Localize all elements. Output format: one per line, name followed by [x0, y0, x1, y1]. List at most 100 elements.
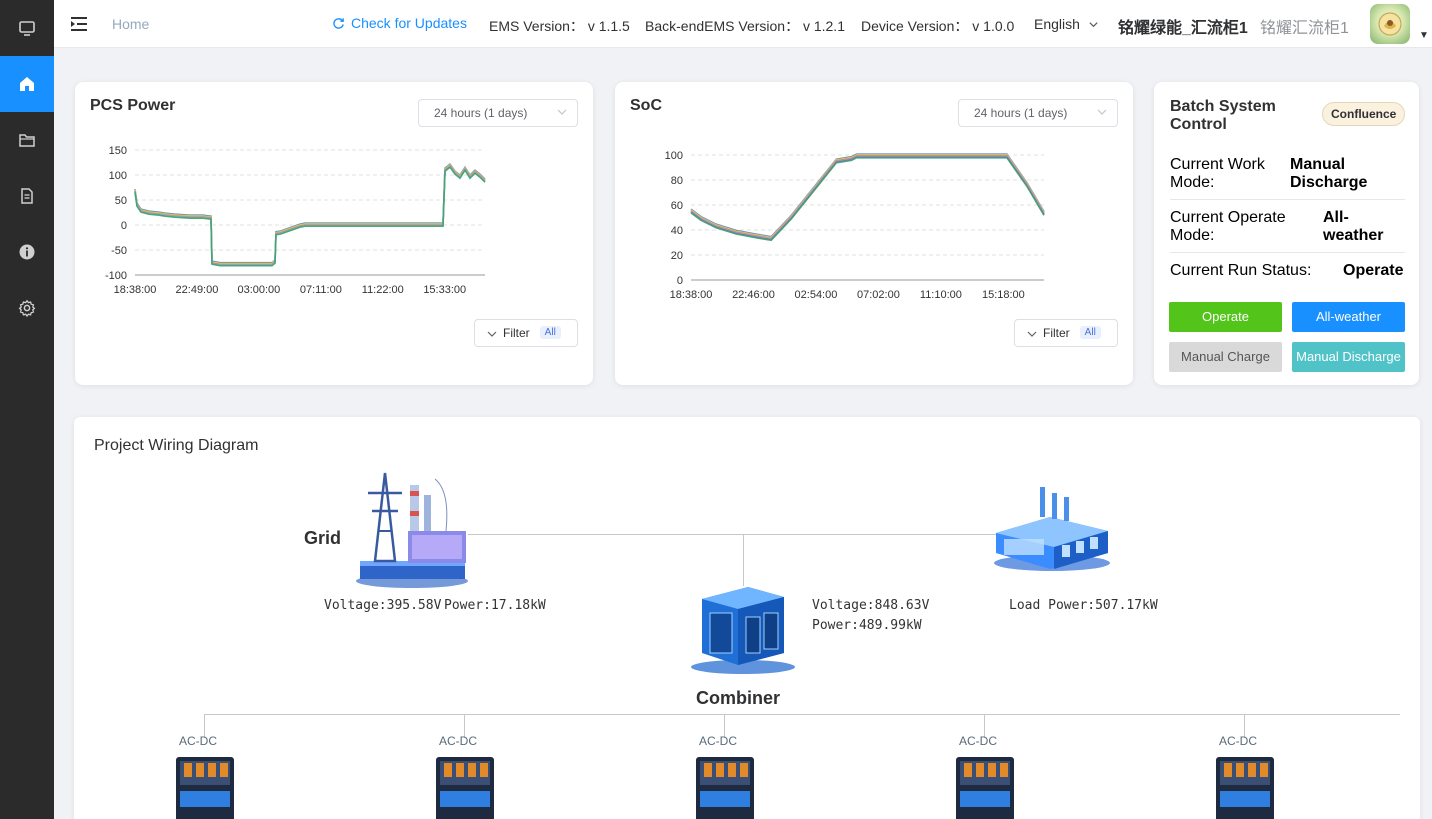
chart-series-line	[134, 163, 486, 264]
operate-mode-value: All-weather	[1323, 209, 1384, 244]
chart-series-line	[690, 157, 1045, 242]
chart-y-tick: 80	[671, 175, 683, 187]
station-subname: 铭耀汇流柜1	[1260, 20, 1349, 37]
avatar-image-icon	[1378, 12, 1402, 36]
chart-x-tick: 18:38:00	[114, 284, 157, 296]
pcs-power-title: PCS Power	[90, 97, 176, 114]
operate-mode-label: Current Operate Mode:	[1170, 209, 1286, 244]
language-select[interactable]: English	[1034, 16, 1099, 32]
chart-y-tick: 150	[109, 145, 127, 157]
soc-title: SoC	[630, 97, 662, 114]
menu-toggle-icon[interactable]	[70, 15, 88, 33]
chart-x-tick: 22:49:00	[176, 284, 219, 296]
manual-discharge-button[interactable]: Manual Discharge	[1292, 342, 1405, 372]
chart-x-tick: 07:02:00	[857, 289, 900, 301]
pcs-power-card: PCS Power 24 hours (1 days) 150 100 50 0 -50…	[75, 82, 593, 385]
grid-voltage: Voltage:395.58V	[324, 598, 442, 613]
sidebar-item-info[interactable]	[0, 224, 54, 280]
acdc-converter-icon[interactable]	[1214, 753, 1278, 819]
acdc-label: AC-DC	[1219, 734, 1257, 748]
chart-x-tick: 15:33:00	[423, 284, 466, 296]
sidebar-item-monitor[interactable]	[0, 0, 54, 56]
combiner-power: Power:489.99kW	[812, 618, 922, 633]
all-weather-button[interactable]: All-weather	[1292, 302, 1405, 332]
chevron-down-icon	[1097, 109, 1107, 115]
sidebar-item-home[interactable]	[0, 56, 54, 112]
acdc-label: AC-DC	[439, 734, 477, 748]
chart-series-line	[134, 163, 486, 265]
soc-card: SoC 24 hours (1 days) 100 80 60 40 20 0 18:38:…	[615, 82, 1133, 385]
batch-control-card: Batch System Control Confluence Current …	[1154, 82, 1419, 385]
acdc-label: AC-DC	[959, 734, 997, 748]
work-mode-value: Manual Discharge	[1290, 156, 1368, 191]
pcs-filter-label: Filter	[503, 326, 530, 340]
ac-bus-wire	[204, 714, 1400, 715]
pcs-filter-button[interactable]: Filter All	[474, 319, 578, 347]
operate-button[interactable]: Operate	[1169, 302, 1282, 332]
soc-filter-button[interactable]: Filter All	[1014, 319, 1118, 347]
chart-x-tick: 03:00:00	[237, 284, 280, 296]
refresh-icon	[333, 17, 344, 29]
acdc-converter-icon[interactable]	[694, 753, 758, 819]
manual-charge-button[interactable]: Manual Charge	[1169, 342, 1282, 372]
device-version: Device Version： v 1.0.0	[861, 18, 1015, 34]
breadcrumb-home[interactable]: Home	[112, 16, 149, 32]
soc-chart-svg: 100 80 60 40 20 0 18:38:00 22:46:00 02:54:00 07:0…	[665, 150, 1045, 301]
acdc-converter-icon[interactable]	[174, 753, 238, 819]
pcs-power-chart-svg: 150 100 50 0 -50 -100 18:38:00 22:49:00 03:00:00…	[105, 145, 486, 296]
chart-series-line	[690, 156, 1045, 241]
chart-y-tick: 100	[109, 170, 127, 182]
wiring-diagram-title: Project Wiring Diagram	[94, 437, 259, 454]
document-icon	[21, 188, 33, 204]
pcs-range-value: 24 hours (1 days)	[434, 106, 528, 120]
chart-x-tick: 02:54:00	[795, 289, 838, 301]
chart-y-tick: 0	[121, 220, 127, 232]
divider	[1170, 199, 1405, 200]
folder-icon	[19, 134, 35, 147]
work-mode-label: Current Work Mode:	[1170, 156, 1265, 191]
sidebar-item-folder[interactable]	[0, 112, 54, 168]
divider	[1170, 252, 1405, 253]
sidebar-item-document[interactable]	[0, 168, 54, 224]
sidebar	[0, 0, 54, 819]
monitor-icon	[19, 21, 35, 36]
avatar[interactable]	[1370, 4, 1410, 44]
sidebar-item-settings[interactable]	[0, 280, 54, 336]
chart-x-tick: 15:18:00	[982, 289, 1025, 301]
home-icon	[20, 77, 34, 91]
pcs-power-chart: 150 100 50 0 -50 -100 18:38:00 22:49:00 03:00:00…	[95, 138, 495, 303]
acdc-converter-icon[interactable]	[954, 753, 1018, 819]
chart-y-tick: -50	[111, 245, 127, 257]
run-status-label: Current Run Status:	[1170, 262, 1312, 279]
language-label: English	[1034, 16, 1080, 32]
chart-y-tick: 0	[677, 275, 683, 287]
grid-load-wire	[468, 534, 1078, 535]
chart-series-line	[690, 154, 1045, 239]
grid-tower-icon	[356, 472, 468, 588]
chart-y-tick: 60	[671, 200, 683, 212]
soc-range-select[interactable]: 24 hours (1 days)	[958, 99, 1118, 127]
avatar-caret-icon[interactable]: ▼	[1419, 30, 1429, 41]
soc-filter-label: Filter	[1043, 326, 1070, 340]
acdc-label: AC-DC	[699, 734, 737, 748]
chart-series-line	[690, 155, 1045, 240]
grid-power: Power:17.18kW	[444, 598, 546, 613]
settings-icon	[18, 299, 36, 317]
chart-y-tick: 20	[671, 250, 683, 262]
ems-version: EMS Version： v 1.1.5	[489, 18, 630, 34]
chart-y-tick: 100	[665, 150, 683, 162]
check-updates-label: Check for Updates	[351, 15, 467, 31]
check-updates-link[interactable]: Check for Updates	[332, 15, 467, 31]
pcs-filter-badge: All	[539, 326, 561, 339]
info-icon	[19, 244, 35, 260]
chart-series-line	[690, 155, 1045, 240]
pcs-range-select[interactable]: 24 hours (1 days)	[418, 99, 578, 127]
chart-x-tick: 22:46:00	[732, 289, 775, 301]
station-name: 铭耀绿能_汇流柜1	[1118, 20, 1248, 37]
top-header: Home Check for Updates EMS Version： v 1.…	[54, 0, 1432, 48]
chart-y-tick: -100	[105, 270, 127, 282]
chart-x-tick: 07:11:00	[300, 284, 342, 296]
acdc-converter-icon[interactable]	[434, 753, 498, 819]
chevron-down-icon	[1089, 21, 1098, 27]
chart-x-tick: 18:38:00	[670, 289, 713, 301]
